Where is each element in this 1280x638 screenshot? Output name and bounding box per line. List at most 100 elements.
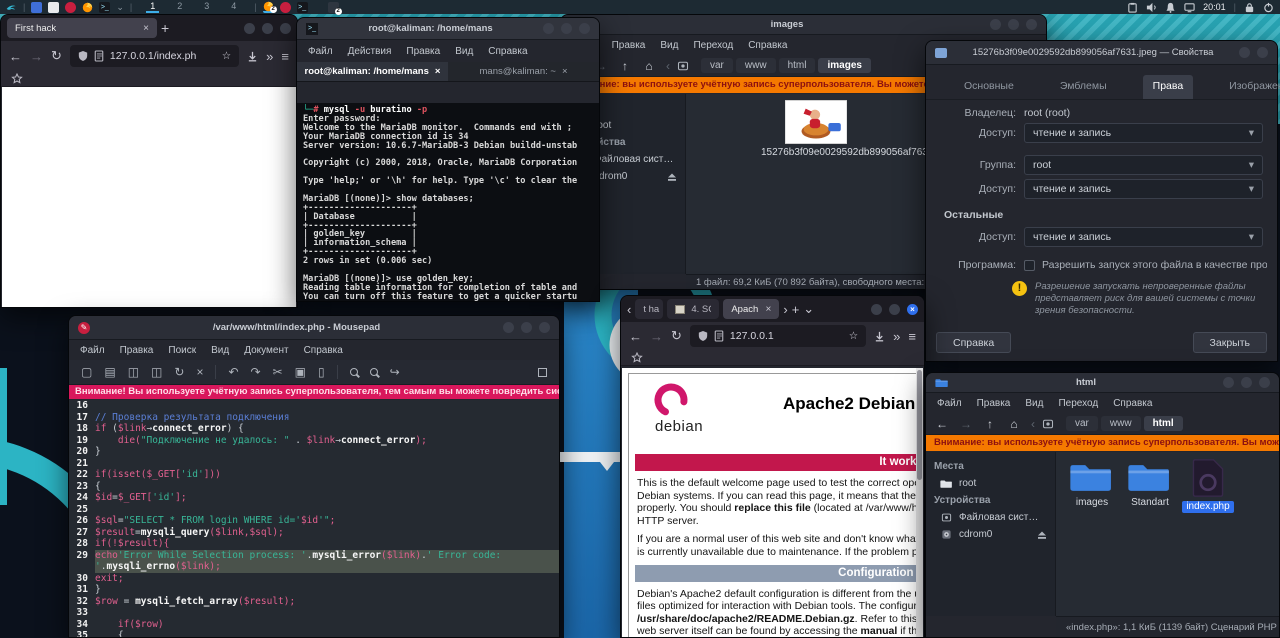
crumb-scroll-icon[interactable]: ‹ [1028, 417, 1038, 431]
minimize-button[interactable] [503, 322, 514, 333]
launcher-firefox-icon[interactable] [82, 2, 93, 13]
menu-item[interactable]: Вид [660, 40, 678, 51]
workspace-4[interactable]: 4 [227, 1, 240, 13]
allow-execute-checkbox[interactable] [1024, 260, 1035, 271]
menu-item[interactable]: Переход [693, 40, 733, 51]
up-icon[interactable]: ↑ [980, 417, 1000, 431]
tab-close-icon[interactable]: × [766, 304, 772, 315]
scrollbar-thumb[interactable] [917, 370, 922, 480]
launcher-mousepad-icon[interactable] [65, 2, 76, 13]
maximize-button[interactable] [262, 23, 273, 34]
breadcrumb-html[interactable]: html [1144, 416, 1183, 431]
sidebar-item-cdrom0[interactable]: cdrom0 [926, 526, 1055, 543]
back-icon[interactable]: ← [9, 49, 22, 64]
minimize-button[interactable] [990, 19, 1001, 30]
menu-item[interactable]: Файл [937, 398, 962, 409]
find-icon[interactable] [350, 368, 358, 376]
url-bar[interactable]: 127.0.0.1/index.ph ☆ [70, 45, 239, 67]
eject-icon[interactable] [667, 172, 677, 182]
task-mousepad-icon[interactable] [280, 2, 291, 13]
maximize-button[interactable] [561, 23, 572, 34]
clipboard-icon[interactable] [1127, 2, 1138, 13]
power-icon[interactable] [1263, 2, 1274, 13]
maximize-button[interactable] [889, 304, 900, 315]
menu-item[interactable]: Действия [348, 46, 392, 57]
properties-tab-Основные[interactable]: Основные [954, 75, 1024, 99]
maximize-button[interactable] [1008, 19, 1019, 30]
overflow-menu-icon[interactable]: » [893, 329, 900, 344]
workspace-1[interactable]: 1 [146, 1, 159, 13]
notifications-icon[interactable] [1165, 2, 1176, 13]
breadcrumb-html[interactable]: html [779, 58, 816, 73]
back-icon[interactable]: ← [932, 417, 952, 431]
reload-icon[interactable]: ↻ [51, 48, 62, 64]
file-item-index.php[interactable]: index.php [1180, 458, 1236, 513]
properties-tab-Изображение[interactable]: Изображение [1219, 75, 1280, 99]
tab-apache-active[interactable]: Apach× [723, 299, 779, 319]
close-button[interactable] [280, 23, 291, 34]
new-tab-button[interactable]: + [792, 302, 800, 317]
up-icon[interactable]: ↑ [615, 59, 635, 73]
file-item-Standart[interactable]: Standart [1122, 458, 1178, 509]
menu-item[interactable]: Файл [308, 46, 333, 57]
back-icon[interactable]: ← [629, 329, 642, 344]
reload-icon[interactable]: ↻ [671, 328, 682, 344]
tab-image[interactable]: 4. SC [667, 299, 719, 319]
filesystem-icon[interactable] [677, 60, 697, 72]
task-filemanager-icon[interactable]: 2 [328, 2, 339, 13]
close-button[interactable] [579, 23, 590, 34]
menu-item[interactable]: Вид [1025, 398, 1043, 409]
menu-item[interactable]: Документ [244, 345, 288, 356]
bookmark-star-icon[interactable]: ☆ [222, 50, 231, 62]
menu-item[interactable]: Переход [1058, 398, 1098, 409]
home-icon[interactable]: ⌂ [1004, 417, 1024, 431]
close-button[interactable] [539, 322, 550, 333]
tab-close-icon[interactable]: × [562, 66, 568, 77]
properties-tab-Эмблемы[interactable]: Эмблемы [1050, 75, 1117, 99]
page-content[interactable]: debian Apache2 Debian Default Page It wo… [622, 368, 923, 637]
maximize-button[interactable] [521, 322, 532, 333]
breadcrumb-images[interactable]: images [818, 58, 870, 73]
group-access-dropdown[interactable]: чтение и запись▾ [1024, 179, 1263, 199]
tab-user-session[interactable]: mans@kaliman: ~× [448, 62, 599, 81]
close-dialog-button[interactable]: Закрыть [1193, 332, 1267, 353]
url-bar[interactable]: 127.0.0.1 ☆ [690, 325, 866, 347]
kali-menu-icon[interactable] [6, 2, 17, 13]
scroll-tabs-right-icon[interactable]: › [783, 302, 787, 317]
minimize-button[interactable] [543, 23, 554, 34]
hamburger-menu-icon[interactable]: ≡ [908, 329, 916, 344]
cut-icon[interactable]: ✂ [273, 365, 283, 379]
help-button[interactable]: Справка [936, 332, 1011, 353]
properties-tab-Права[interactable]: Права [1143, 75, 1194, 99]
code-editor[interactable]: 16 17// Проверка результата подключения1… [69, 400, 559, 637]
tab-root-session[interactable]: root@kaliman: /home/mans× [297, 62, 448, 81]
file-item-images[interactable]: images [1064, 458, 1120, 509]
close-file-icon[interactable]: × [196, 365, 203, 379]
breadcrumb-var[interactable]: var [701, 58, 733, 73]
clock[interactable]: 20:01 [1203, 2, 1226, 12]
tab-close-icon[interactable]: × [435, 66, 441, 77]
downloads-icon[interactable] [874, 331, 885, 342]
bookmark-star-icon[interactable]: ☆ [849, 330, 858, 342]
tab-partial[interactable]: t ha [635, 299, 663, 319]
menu-item[interactable]: Файл [80, 345, 105, 356]
menu-item[interactable]: Правка [406, 46, 440, 57]
display-icon[interactable] [1184, 2, 1195, 13]
find-replace-icon[interactable] [370, 368, 378, 376]
menu-item[interactable]: Поиск [168, 345, 196, 356]
go-to-icon[interactable]: ↪ [390, 365, 400, 379]
workspace-3[interactable]: 3 [200, 1, 213, 13]
menu-item[interactable]: Справка [488, 46, 527, 57]
launcher-terminal-icon[interactable]: >_ [99, 2, 110, 13]
menu-item[interactable]: Вид [455, 46, 473, 57]
minimize-button[interactable] [871, 304, 882, 315]
close-button[interactable] [1259, 377, 1270, 388]
downloads-icon[interactable] [247, 51, 258, 62]
lock-icon[interactable] [1244, 2, 1255, 13]
sidebar-item-Файловая сист…[interactable]: Файловая сист… [926, 509, 1055, 526]
scrollbar[interactable] [916, 368, 923, 637]
breadcrumb-www[interactable]: www [736, 58, 776, 73]
save-as-icon[interactable]: ◫ [151, 365, 162, 379]
new-tab-button[interactable]: + [161, 20, 169, 36]
launcher-files-icon[interactable] [31, 2, 42, 13]
